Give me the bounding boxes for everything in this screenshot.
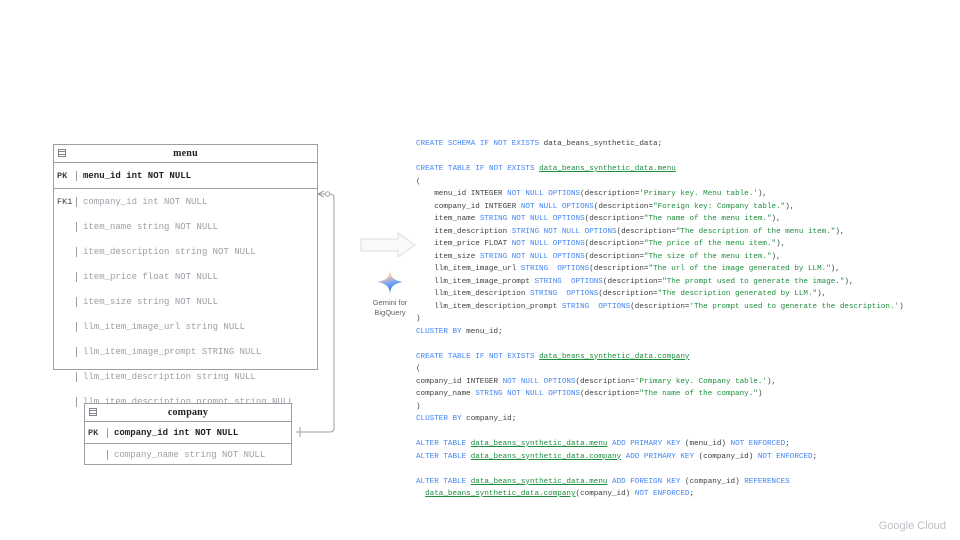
erd-row-field: company_id int NOT NULL bbox=[107, 428, 291, 438]
table-row: FK1 company_id int NOT NULL bbox=[54, 189, 317, 214]
sql-line: item_name STRING NOT NULL OPTIONS(descri… bbox=[416, 213, 956, 226]
table-row: item_name string NOT NULL bbox=[54, 214, 317, 239]
grid-icon bbox=[58, 149, 66, 157]
erd-table-menu[interactable]: menu PK menu_id int NOT NULL FK1 company… bbox=[53, 144, 318, 370]
sql-line: ) bbox=[416, 313, 956, 326]
erd-table-company-header: company bbox=[85, 404, 291, 422]
erd-row-field: llm_item_image_url string NULL bbox=[76, 322, 317, 332]
erd-row-field: item_size string NOT NULL bbox=[76, 297, 317, 307]
erd-row-field: menu_id int NOT NULL bbox=[76, 171, 317, 181]
sql-line: llm_item_description_prompt STRING OPTIO… bbox=[416, 301, 956, 314]
sql-line bbox=[416, 463, 956, 476]
erd-row-field: item_name string NOT NULL bbox=[76, 222, 317, 232]
sql-line: ( bbox=[416, 176, 956, 189]
erd-row-field: llm_item_description string NULL bbox=[76, 372, 317, 382]
gemini-label-line2: BigQuery bbox=[374, 308, 405, 317]
sql-line: ALTER TABLE data_beans_synthetic_data.me… bbox=[416, 438, 956, 451]
sql-line: llm_item_description STRING OPTIONS(desc… bbox=[416, 288, 956, 301]
table-row: llm_item_image_prompt STRING NULL bbox=[54, 339, 317, 364]
erd-row-field: item_price float NOT NULL bbox=[76, 272, 317, 282]
sql-line: item_price FLOAT NOT NULL OPTIONS(descri… bbox=[416, 238, 956, 251]
sql-line bbox=[416, 426, 956, 439]
table-row: item_size string NOT NULL bbox=[54, 289, 317, 314]
sql-line: company_id INTEGER NOT NULL OPTIONS(desc… bbox=[416, 201, 956, 214]
gemini-label-line1: Gemini for bbox=[373, 298, 408, 307]
sql-line: llm_item_image_prompt STRING OPTIONS(des… bbox=[416, 276, 956, 289]
sql-line bbox=[416, 151, 956, 164]
erd-row-key: PK bbox=[54, 171, 76, 181]
erd-row-field: item_description string NOT NULL bbox=[76, 247, 317, 257]
erd-table-menu-header: menu bbox=[54, 145, 317, 163]
sql-line: company_name STRING NOT NULL OPTIONS(des… bbox=[416, 388, 956, 401]
sql-line bbox=[416, 338, 956, 351]
google-cloud-brand: Google Cloud bbox=[879, 520, 946, 532]
sql-line: company_id INTEGER NOT NULL OPTIONS(desc… bbox=[416, 376, 956, 389]
sql-line: ALTER TABLE data_beans_synthetic_data.me… bbox=[416, 476, 956, 489]
sql-line: item_description STRING NOT NULL OPTIONS… bbox=[416, 226, 956, 239]
table-row: PK company_id int NOT NULL bbox=[85, 422, 291, 444]
sql-line: data_beans_synthetic_data.company(compan… bbox=[416, 488, 956, 501]
generated-sql-code[interactable]: CREATE SCHEMA IF NOT EXISTS data_beans_s… bbox=[416, 138, 956, 501]
gemini-for-bigquery-badge: Gemini for BigQuery bbox=[355, 268, 425, 318]
sql-line: ( bbox=[416, 363, 956, 376]
sql-line: item_size STRING NOT NULL OPTIONS(descri… bbox=[416, 251, 956, 264]
sql-line: CLUSTER BY menu_id; bbox=[416, 326, 956, 339]
sql-line: menu_id INTEGER NOT NULL OPTIONS(descrip… bbox=[416, 188, 956, 201]
grid-icon bbox=[89, 408, 97, 416]
table-row: llm_item_description string NULL bbox=[54, 364, 317, 389]
sql-line: ALTER TABLE data_beans_synthetic_data.co… bbox=[416, 451, 956, 464]
sql-line: CREATE SCHEMA IF NOT EXISTS data_beans_s… bbox=[416, 138, 956, 151]
sql-line: CREATE TABLE IF NOT EXISTS data_beans_sy… bbox=[416, 163, 956, 176]
table-row: company_name string NOT NULL bbox=[85, 444, 291, 466]
erd-row-key: PK bbox=[85, 428, 107, 438]
sql-line: CLUSTER BY company_id; bbox=[416, 413, 956, 426]
transform-arrow bbox=[360, 232, 416, 258]
table-row: item_description string NOT NULL bbox=[54, 239, 317, 264]
gemini-sparkle-icon bbox=[376, 268, 404, 296]
erd-table-menu-title: menu bbox=[173, 148, 198, 159]
erd-table-company[interactable]: company PK company_id int NOT NULL compa… bbox=[84, 403, 292, 465]
table-row: PK menu_id int NOT NULL bbox=[54, 163, 317, 189]
slide-canvas: menu PK menu_id int NOT NULL FK1 company… bbox=[0, 0, 960, 540]
table-row: item_price float NOT NULL bbox=[54, 264, 317, 289]
sql-line: CREATE TABLE IF NOT EXISTS data_beans_sy… bbox=[416, 351, 956, 364]
erd-row-field: company_id int NOT NULL bbox=[76, 197, 317, 207]
sql-line: llm_item_image_url STRING OPTIONS(descri… bbox=[416, 263, 956, 276]
erd-row-field: llm_item_image_prompt STRING NULL bbox=[76, 347, 317, 357]
table-row: llm_item_image_url string NULL bbox=[54, 314, 317, 339]
erd-row-field: company_name string NOT NULL bbox=[107, 450, 291, 460]
erd-row-key: FK1 bbox=[54, 197, 76, 207]
sql-line: ) bbox=[416, 401, 956, 414]
gemini-label: Gemini for BigQuery bbox=[373, 298, 408, 318]
erd-table-company-title: company bbox=[168, 407, 208, 418]
